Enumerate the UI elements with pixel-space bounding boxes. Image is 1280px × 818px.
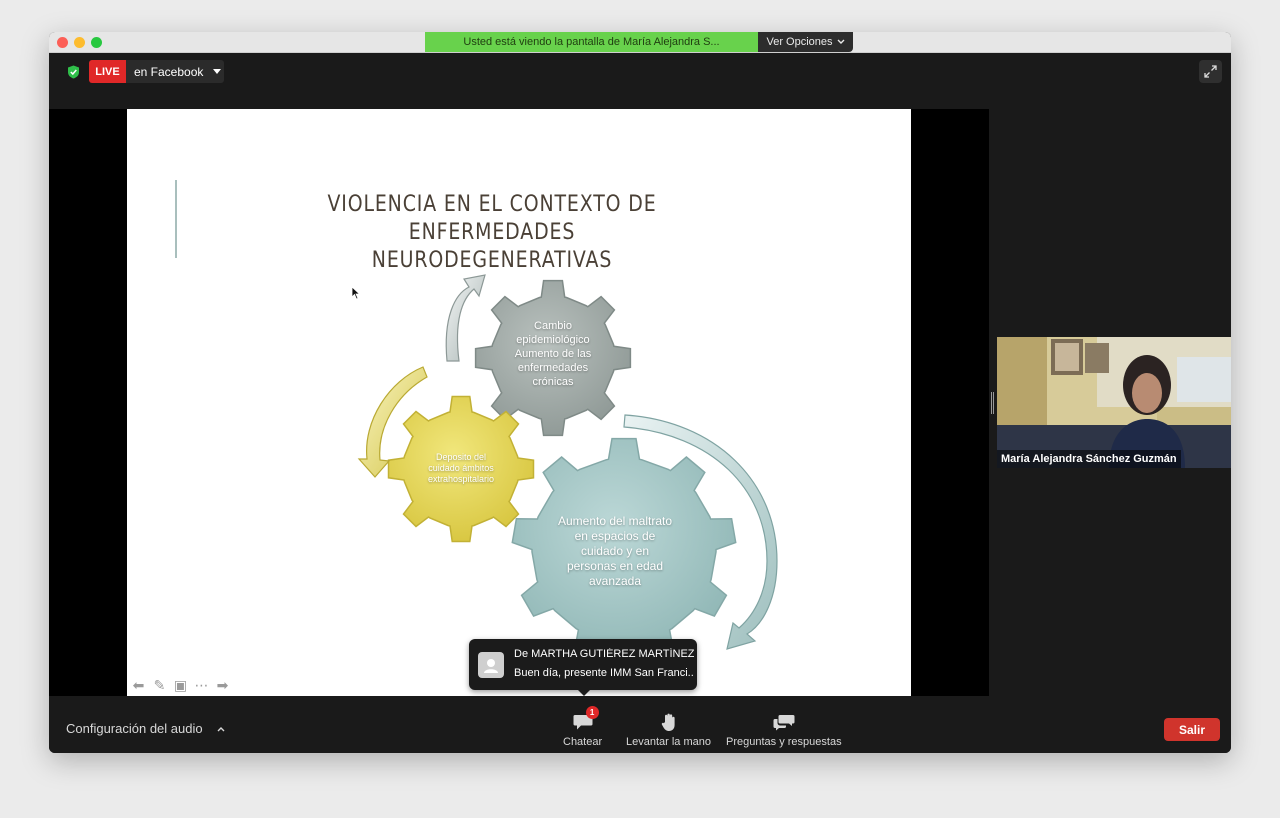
- minimize-window-button[interactable]: [74, 37, 85, 48]
- avatar: [478, 652, 504, 678]
- raise-hand-label: Levantar la mano: [626, 736, 711, 748]
- live-stream-target: en Facebook: [134, 64, 204, 79]
- zoom-window: Usted está viendo la pantalla de María A…: [49, 32, 1231, 753]
- raise-hand-button[interactable]: Levantar la mano: [626, 712, 711, 748]
- audio-settings-label: Configuración del audio: [66, 721, 203, 736]
- slides-icon[interactable]: ▣: [172, 677, 189, 694]
- presentation-slide: VIOLENCIA EN EL CONTEXTO DE ENFERMEDADES…: [127, 109, 911, 696]
- qa-bubbles-icon: [773, 714, 795, 730]
- view-options-button[interactable]: Ver Opciones: [758, 32, 853, 52]
- slide-navigation: ⬅ ✎ ▣ ⋯ ➡: [130, 676, 231, 694]
- audio-settings-button[interactable]: Configuración del audio: [66, 721, 225, 736]
- title-bar: Usted está viendo la pantalla de María A…: [49, 32, 1231, 53]
- live-badge[interactable]: LIVE: [89, 60, 126, 83]
- more-icon[interactable]: ⋯: [193, 677, 210, 694]
- gear-text-care-deposit: Deposito del cuidado ámbitos extrahospit…: [427, 452, 495, 484]
- chat-button[interactable]: 1 Chatear: [563, 706, 603, 748]
- shared-screen: VIOLENCIA EN EL CONTEXTO DE ENFERMEDADES…: [49, 109, 989, 696]
- gear-cycle-diagram: [357, 274, 778, 660]
- chat-sender: De MARTHA GUTIÉREZ MARTÍNEZ...: [514, 648, 694, 660]
- qa-button[interactable]: Preguntas y respuestas: [726, 712, 842, 748]
- mouse-pointer-icon: [351, 286, 361, 300]
- pen-icon[interactable]: ✎: [151, 677, 168, 694]
- chevron-down-icon: [837, 39, 845, 44]
- meeting-toolbar: Configuración del audio 1 Chatear Levant…: [49, 706, 1231, 753]
- shield-check-icon[interactable]: [66, 65, 80, 79]
- live-stream-dropdown[interactable]: en Facebook: [126, 60, 224, 83]
- panel-resize-handle[interactable]: [991, 392, 994, 414]
- qa-label: Preguntas y respuestas: [726, 736, 842, 748]
- chat-unread-badge: 1: [585, 706, 599, 719]
- gear-text-maltreatment: Aumento del maltrato en espacios de cuid…: [557, 514, 673, 588]
- arrow-right-icon[interactable]: ➡: [214, 677, 231, 694]
- participant-video-feed: [997, 337, 1231, 468]
- arrow-left-icon[interactable]: ⬅: [130, 677, 147, 694]
- view-options-label: Ver Opciones: [766, 36, 833, 48]
- participant-name: María Alejandra Sánchez Guzmán: [997, 450, 1181, 468]
- zoom-window-button[interactable]: [91, 37, 102, 48]
- screen-share-banner: Usted está viendo la pantalla de María A…: [425, 32, 758, 52]
- expand-icon: [1204, 65, 1217, 78]
- chevron-up-icon: [217, 726, 225, 731]
- caret-down-icon: [213, 69, 222, 74]
- raise-hand-icon: [661, 713, 675, 731]
- leave-button[interactable]: Salir: [1164, 718, 1220, 741]
- meeting-top-bar: LIVE en Facebook: [49, 53, 1231, 91]
- participant-video[interactable]: María Alejandra Sánchez Guzmán: [997, 337, 1231, 468]
- chat-notification[interactable]: De MARTHA GUTIÉREZ MARTÍNEZ... Buen día,…: [469, 639, 697, 696]
- fullscreen-button[interactable]: [1199, 60, 1222, 83]
- chat-message: Buen día, presente IMM San Franci...: [514, 667, 694, 679]
- user-placeholder-icon: [484, 659, 498, 673]
- close-window-button[interactable]: [57, 37, 68, 48]
- gear-text-epidemiological: Cambio epidemiológico Aumento de las enf…: [514, 320, 592, 388]
- chat-label: Chatear: [563, 736, 603, 748]
